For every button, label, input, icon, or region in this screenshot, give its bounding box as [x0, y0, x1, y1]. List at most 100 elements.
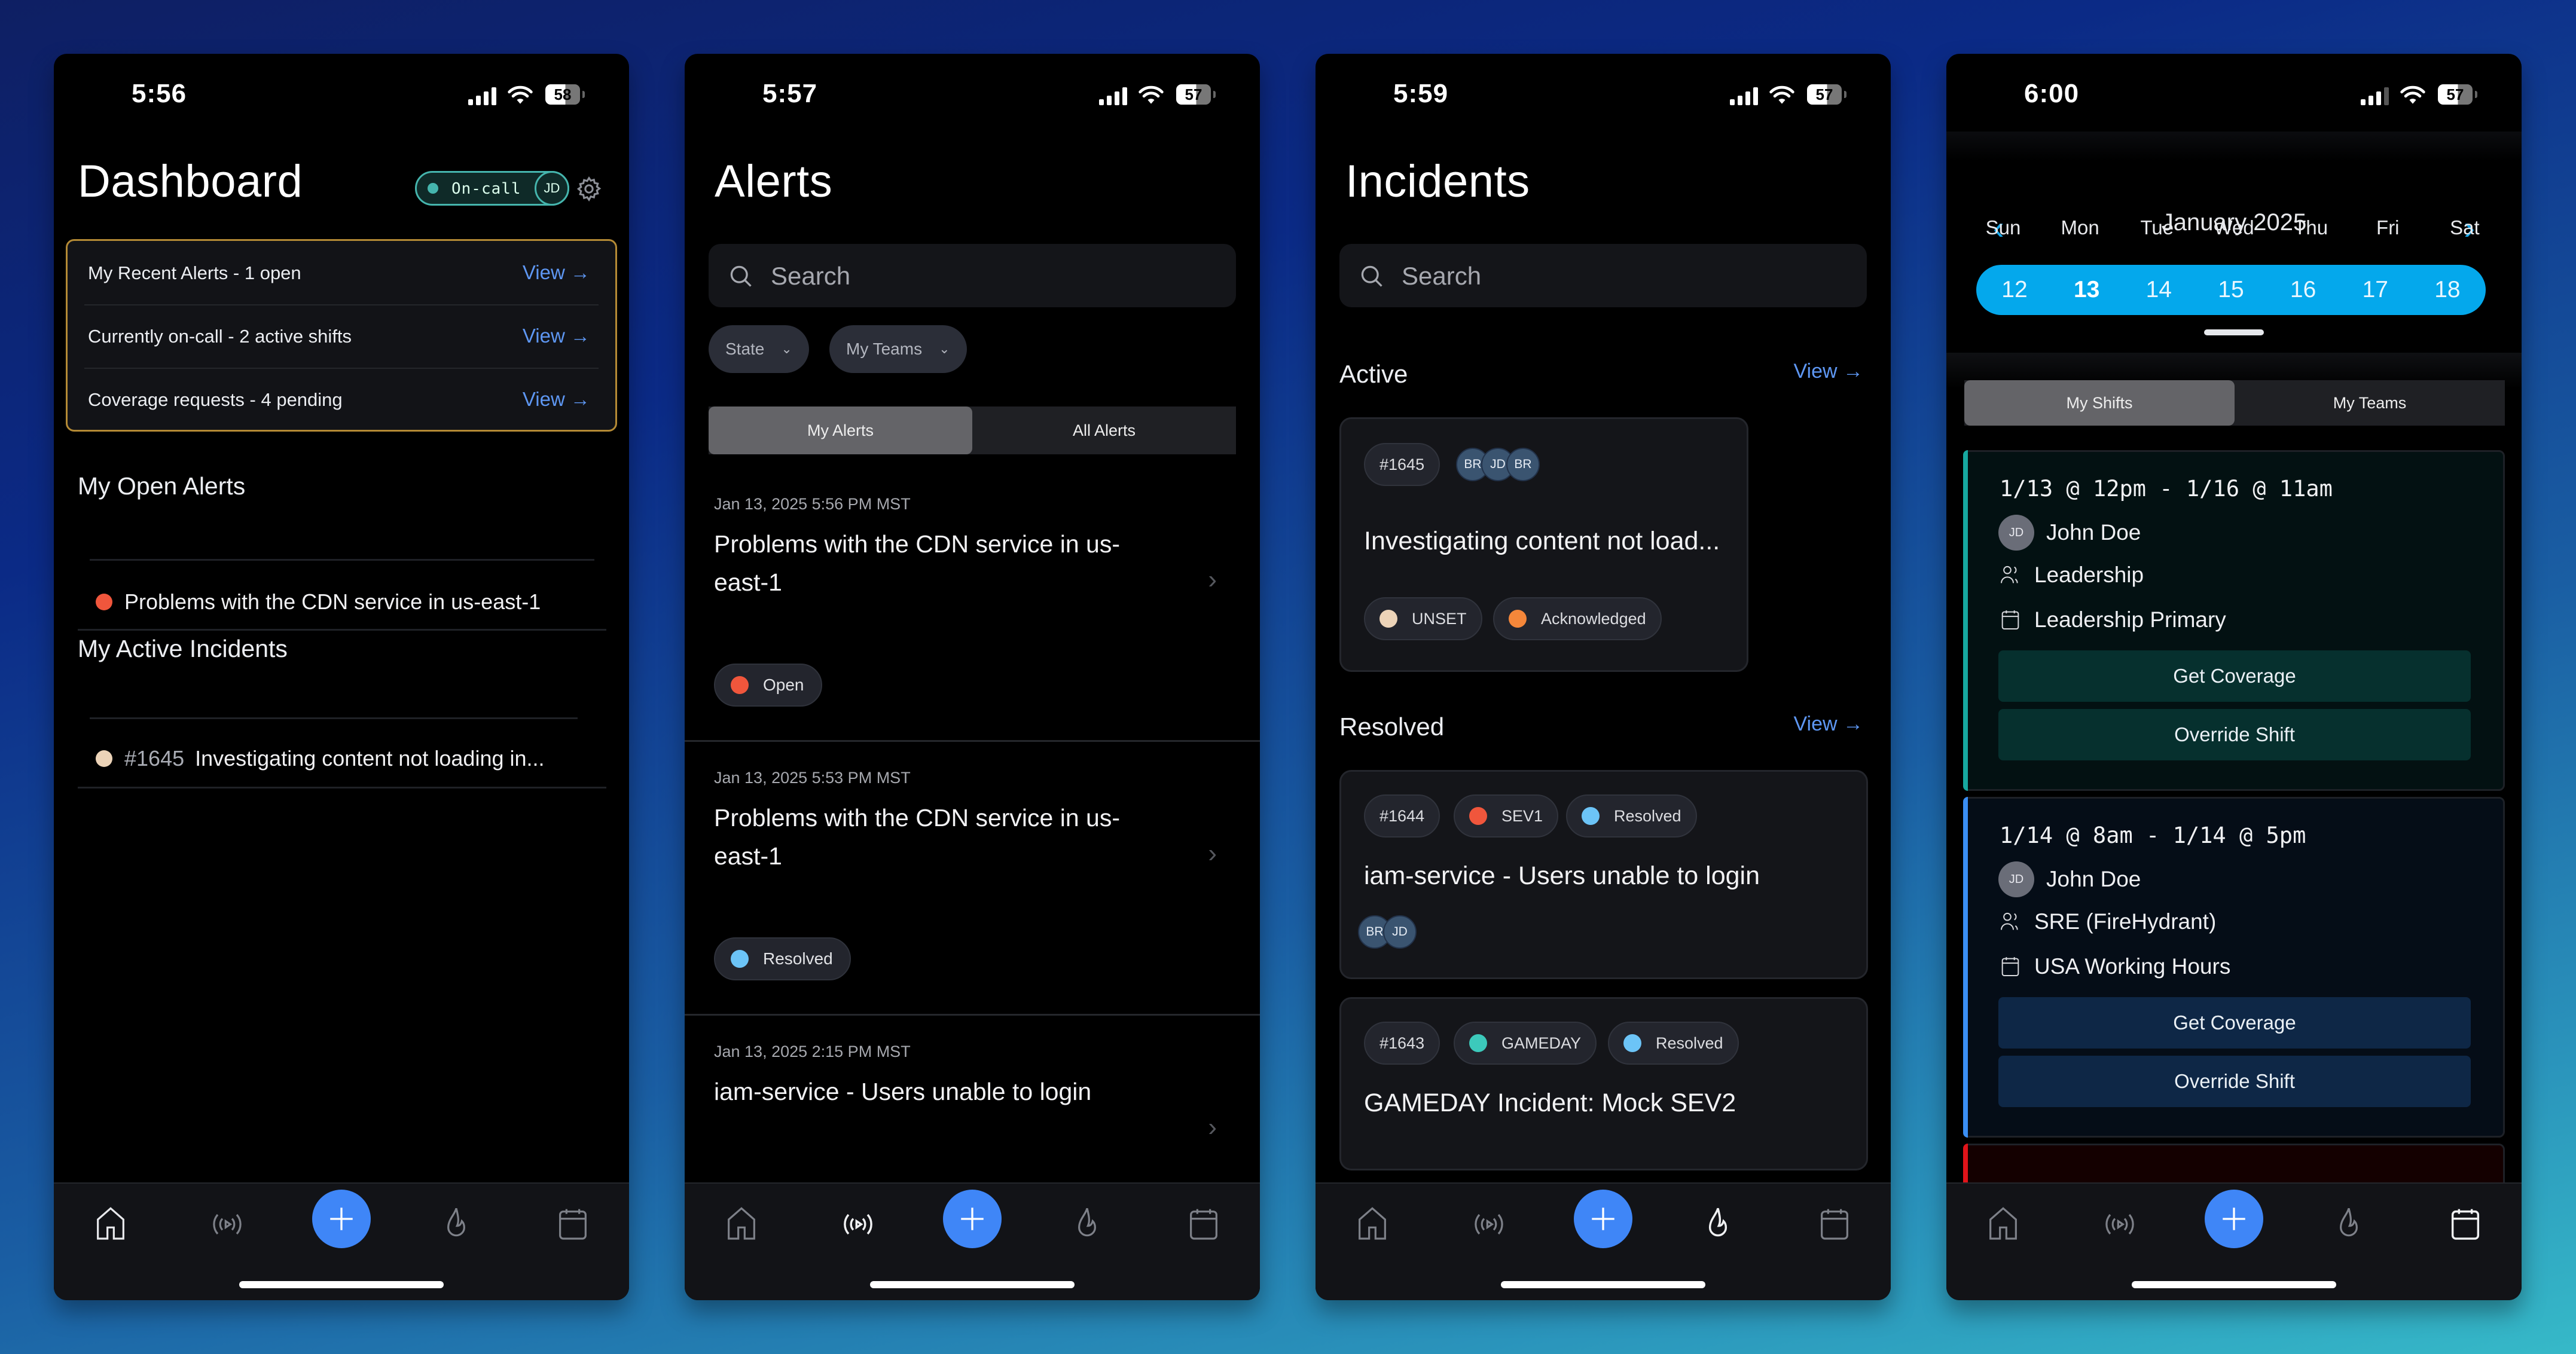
- calendar-drag-handle[interactable]: [2204, 329, 2264, 335]
- status-time: 5:56: [132, 79, 187, 108]
- incident-card[interactable]: #1644 SEV1 Resolved iam-service - Users …: [1339, 770, 1868, 979]
- broadcast-icon: [213, 1214, 242, 1235]
- view-active-link[interactable]: View →: [1793, 360, 1863, 383]
- oncall-toggle[interactable]: On-call JD: [415, 171, 569, 206]
- tab-bar: [685, 1182, 1260, 1300]
- alert-title: Problems with the CDN service in us-east…: [124, 589, 541, 614]
- tab-home[interactable]: [718, 1200, 765, 1248]
- tab-home[interactable]: [1348, 1200, 1396, 1248]
- tab-my-teams[interactable]: My Teams: [2235, 380, 2505, 426]
- alert-title: iam-service - Users unable to login: [714, 1078, 1092, 1105]
- day[interactable]: 15: [2201, 265, 2261, 315]
- view-link[interactable]: View →: [523, 261, 590, 284]
- week-strip: 12 13 14 15 16 17 18: [1976, 265, 2486, 315]
- schedule-name: Leadership Primary: [2034, 607, 2226, 632]
- create-button[interactable]: [1574, 1190, 1632, 1248]
- create-button[interactable]: [943, 1190, 1002, 1248]
- incident-card[interactable]: #1643 GAMEDAY Resolved GAMEDAY Incident:…: [1339, 997, 1868, 1170]
- list-item[interactable]: Problems with the CDN service in us-east…: [96, 589, 541, 615]
- create-button[interactable]: [2205, 1190, 2263, 1248]
- day[interactable]: 14: [2129, 265, 2189, 315]
- list-item[interactable]: Jan 13, 2025 5:53 PM MST Problems with t…: [685, 740, 1260, 1016]
- signal-icon: [1730, 87, 1758, 105]
- shift-card[interactable]: 1/14 @ 8am - 1/14 @ 5pm JD John Doe SRE (…: [1963, 797, 2505, 1138]
- tab-schedule[interactable]: [2441, 1200, 2489, 1248]
- severity-dot: [1379, 610, 1397, 628]
- incident-number: #1645: [1364, 443, 1440, 486]
- page-title: Alerts: [715, 156, 833, 207]
- incident-title: Investigating content not load...: [1364, 527, 1720, 555]
- tab-all-alerts[interactable]: All Alerts: [972, 406, 1236, 454]
- day[interactable]: 17: [2345, 265, 2405, 315]
- calendar-icon: [1190, 1209, 1217, 1240]
- summary-row-oncall[interactable]: Currently on-call - 2 active shifts View…: [84, 304, 599, 369]
- tab-incidents[interactable]: [432, 1200, 480, 1248]
- view-link[interactable]: View →: [523, 325, 590, 347]
- search-input[interactable]: Search: [1339, 244, 1867, 307]
- divider: [78, 787, 606, 788]
- severity-dot: [1469, 1034, 1487, 1052]
- teams-filter[interactable]: My Teams ⌄: [829, 325, 967, 373]
- avatar: JD: [1998, 515, 2034, 551]
- tab-home[interactable]: [87, 1200, 135, 1248]
- day[interactable]: 16: [2273, 265, 2333, 315]
- home-icon: [97, 1207, 124, 1240]
- shift-card[interactable]: 1/13 @ 12pm - 1/16 @ 11am JD John Doe Lea…: [1963, 450, 2505, 791]
- tab-incidents[interactable]: [1063, 1200, 1111, 1248]
- list-item[interactable]: #1645 Investigating content not loading …: [96, 746, 545, 771]
- flame-icon: [447, 1208, 465, 1237]
- plus-icon: [330, 1208, 353, 1230]
- tab-my-alerts[interactable]: My Alerts: [709, 406, 972, 454]
- state-filter[interactable]: State ⌄: [709, 325, 809, 373]
- incident-card[interactable]: #1645 BR JD BR Investigating content not…: [1339, 417, 1748, 672]
- wifi-icon: [2400, 85, 2425, 104]
- day[interactable]: 12: [1985, 265, 2044, 315]
- search-input[interactable]: Search: [709, 244, 1236, 307]
- status-badge: Acknowledged: [1493, 597, 1662, 640]
- home-indicator: [870, 1281, 1075, 1288]
- weekday: Sun: [1985, 216, 2021, 239]
- list-item[interactable]: Jan 13, 2025 5:56 PM MST Problems with t…: [685, 466, 1260, 742]
- gear-icon[interactable]: [575, 175, 603, 203]
- override-shift-button[interactable]: Override Shift: [1998, 709, 2471, 760]
- alert-timestamp: Jan 13, 2025 2:15 PM MST: [714, 1043, 911, 1060]
- day[interactable]: 18: [2418, 265, 2477, 315]
- team-icon: [2001, 912, 2018, 930]
- tab-alerts[interactable]: [2096, 1200, 2144, 1248]
- divider: [78, 629, 606, 631]
- status-label: Open: [763, 676, 804, 694]
- summary-text: Coverage requests - 4 pending: [88, 389, 343, 410]
- battery-icon: 58: [545, 84, 585, 105]
- alerts-screen: 5:57 57 Alerts Search State ⌄ My Teams ⌄ M…: [685, 54, 1260, 1300]
- person-name: John Doe: [2046, 867, 2141, 891]
- tab-schedule[interactable]: [1811, 1200, 1858, 1248]
- summary-row-coverage[interactable]: Coverage requests - 4 pending View →: [84, 368, 599, 431]
- tab-incidents[interactable]: [1694, 1200, 1742, 1248]
- tab-alerts[interactable]: [203, 1200, 251, 1248]
- get-coverage-button[interactable]: Get Coverage: [1998, 650, 2471, 702]
- tab-schedule[interactable]: [1180, 1200, 1228, 1248]
- status-badge: Resolved: [1608, 1022, 1739, 1065]
- tab-incidents[interactable]: [2325, 1200, 2373, 1248]
- tab-schedule[interactable]: [549, 1200, 597, 1248]
- override-shift-button[interactable]: Override Shift: [1998, 1056, 2471, 1107]
- calendar-icon: [2001, 610, 2019, 629]
- day-selected[interactable]: 13: [2057, 265, 2117, 315]
- view-link[interactable]: View →: [523, 388, 590, 411]
- summary-row-alerts[interactable]: My Recent Alerts - 1 open View →: [84, 241, 599, 305]
- home-icon: [1989, 1207, 2017, 1240]
- assignee-avatars: BR JD BR: [1456, 448, 1540, 481]
- status-badge: Open: [714, 664, 822, 707]
- get-coverage-button[interactable]: Get Coverage: [1998, 997, 2471, 1049]
- status-dot: [731, 676, 749, 694]
- divider: [90, 559, 594, 561]
- create-button[interactable]: [312, 1190, 371, 1248]
- person-name: John Doe: [2046, 520, 2141, 545]
- tab-home[interactable]: [1979, 1200, 2027, 1248]
- tab-alerts[interactable]: [1465, 1200, 1513, 1248]
- view-resolved-link[interactable]: View →: [1793, 713, 1863, 736]
- tab-my-shifts[interactable]: My Shifts: [1964, 380, 2235, 426]
- calendar-icon: [559, 1209, 587, 1240]
- tab-alerts[interactable]: [834, 1200, 882, 1248]
- weekday: Mon: [2061, 216, 2099, 239]
